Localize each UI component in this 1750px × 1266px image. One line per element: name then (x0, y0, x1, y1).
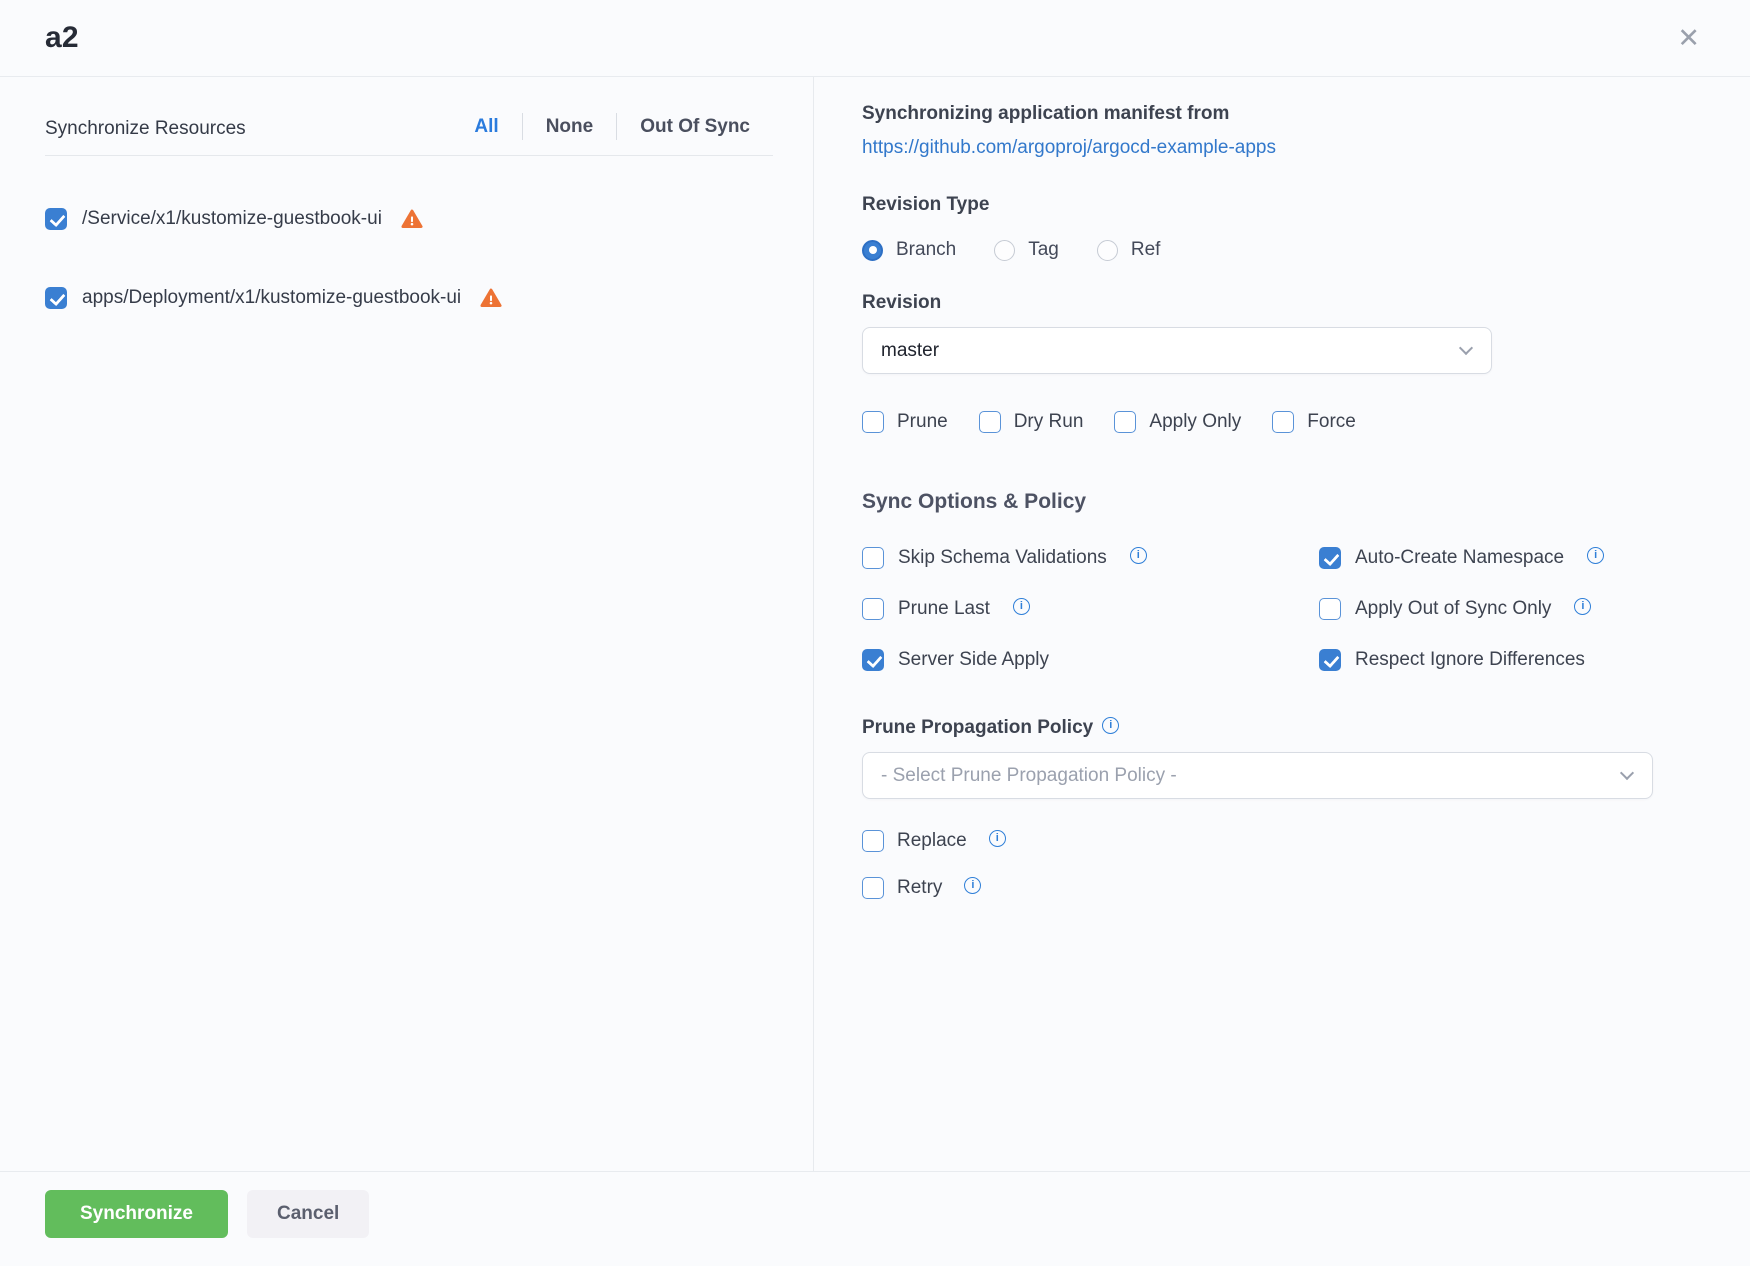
chevron-down-icon (1459, 340, 1473, 354)
info-icon[interactable]: i (1574, 598, 1591, 615)
resource-label: /Service/x1/kustomize-guestbook-ui (82, 208, 382, 230)
option-skip-schema-validations[interactable]: Skip Schema Validations i (862, 547, 1319, 569)
resources-header: Synchronize Resources All None Out Of Sy… (45, 113, 773, 156)
option-prune-last[interactable]: Prune Last i (862, 598, 1319, 620)
force-checkbox[interactable] (1272, 411, 1294, 433)
tab-none[interactable]: None (523, 116, 617, 138)
revision-type-options: Branch Tag Ref (862, 239, 1653, 261)
tag-radio[interactable] (994, 240, 1015, 261)
info-icon[interactable]: i (1130, 547, 1147, 564)
ref-radio[interactable] (1097, 240, 1118, 261)
dialog-footer: Synchronize Cancel (0, 1171, 1750, 1266)
option-auto-create-namespace[interactable]: Auto-Create Namespace i (1319, 547, 1653, 569)
prune-propagation-policy-placeholder: - Select Prune Propagation Policy - (881, 765, 1177, 787)
revision-select[interactable]: master (862, 327, 1492, 374)
chevron-down-icon (1620, 765, 1634, 779)
revision-select-value: master (881, 340, 939, 362)
manifest-heading: Synchronizing application manifest from (862, 103, 1653, 125)
ref-radio-label: Ref (1131, 239, 1161, 261)
skip-schema-validations-checkbox[interactable] (862, 547, 884, 569)
replace-checkbox[interactable] (862, 830, 884, 852)
sync-settings-panel: Synchronizing application manifest from … (813, 77, 1750, 1171)
respect-ignore-differences-checkbox[interactable] (1319, 649, 1341, 671)
retry-label: Retry (897, 877, 942, 899)
manifest-repo-link[interactable]: https://github.com/argoproj/argocd-examp… (862, 137, 1653, 159)
prune-last-label: Prune Last (898, 598, 990, 620)
resources-heading: Synchronize Resources (45, 118, 246, 140)
radio-option-branch[interactable]: Branch (862, 239, 956, 261)
resource-filter-tabs: All None Out Of Sync (451, 113, 773, 140)
replace-label: Replace (897, 830, 967, 852)
revision-label: Revision (862, 292, 1653, 314)
server-side-apply-label: Server Side Apply (898, 649, 1049, 671)
prune-propagation-policy-label: Prune Propagation Policy (862, 717, 1093, 739)
branch-radio[interactable] (862, 240, 883, 261)
option-server-side-apply[interactable]: Server Side Apply (862, 649, 1319, 671)
radio-option-ref[interactable]: Ref (1097, 239, 1161, 261)
close-icon[interactable]: ✕ (1677, 25, 1700, 52)
resource-label: apps/Deployment/x1/kustomize-guestbook-u… (82, 287, 461, 309)
server-side-apply-checkbox[interactable] (862, 649, 884, 671)
respect-ignore-differences-label: Respect Ignore Differences (1355, 649, 1585, 671)
dry-run-checkbox[interactable] (979, 411, 1001, 433)
apply-only-checkbox[interactable] (1114, 411, 1136, 433)
info-icon[interactable]: i (1587, 547, 1604, 564)
sync-dialog: a2 ✕ Synchronize Resources All None Out … (0, 0, 1750, 1266)
flag-apply-only[interactable]: Apply Only (1114, 411, 1241, 433)
branch-radio-label: Branch (896, 239, 956, 261)
revision-type-label: Revision Type (862, 194, 1653, 216)
option-respect-ignore-differences[interactable]: Respect Ignore Differences (1319, 649, 1653, 671)
sync-flags-row: Prune Dry Run Apply Only Force (862, 411, 1653, 433)
resource-checkbox[interactable] (45, 208, 67, 230)
dialog-title: a2 (45, 21, 79, 55)
option-retry[interactable]: Retry i (862, 877, 1653, 899)
dialog-header: a2 ✕ (0, 0, 1750, 77)
force-label: Force (1307, 411, 1356, 433)
sync-options-grid: Skip Schema Validations i Auto-Create Na… (862, 547, 1653, 671)
option-apply-out-of-sync-only[interactable]: Apply Out of Sync Only i (1319, 598, 1653, 620)
apply-out-of-sync-only-label: Apply Out of Sync Only (1355, 598, 1551, 620)
prune-checkbox[interactable] (862, 411, 884, 433)
apply-only-label: Apply Only (1149, 411, 1241, 433)
flag-prune[interactable]: Prune (862, 411, 948, 433)
tag-radio-label: Tag (1028, 239, 1059, 261)
resource-row: /Service/x1/kustomize-guestbook-ui (45, 208, 773, 230)
warning-icon (480, 287, 502, 309)
sync-options-heading: Sync Options & Policy (862, 490, 1653, 514)
prune-label: Prune (897, 411, 948, 433)
flag-dry-run[interactable]: Dry Run (979, 411, 1084, 433)
flag-force[interactable]: Force (1272, 411, 1356, 433)
resources-panel: Synchronize Resources All None Out Of Sy… (0, 77, 813, 1171)
skip-schema-validations-label: Skip Schema Validations (898, 547, 1107, 569)
resource-row: apps/Deployment/x1/kustomize-guestbook-u… (45, 287, 773, 309)
option-replace[interactable]: Replace i (862, 830, 1653, 852)
info-icon[interactable]: i (964, 877, 981, 894)
prune-propagation-policy-row: Prune Propagation Policy i (862, 717, 1653, 739)
info-icon[interactable]: i (1102, 717, 1119, 734)
dialog-body: Synchronize Resources All None Out Of Sy… (0, 77, 1750, 1171)
prune-propagation-policy-select[interactable]: - Select Prune Propagation Policy - (862, 752, 1653, 799)
dry-run-label: Dry Run (1014, 411, 1084, 433)
tab-out-of-sync[interactable]: Out Of Sync (617, 116, 773, 138)
warning-icon (401, 208, 423, 230)
info-icon[interactable]: i (989, 830, 1006, 847)
auto-create-namespace-label: Auto-Create Namespace (1355, 547, 1564, 569)
tab-all[interactable]: All (451, 116, 521, 138)
synchronize-button[interactable]: Synchronize (45, 1190, 228, 1238)
cancel-button[interactable]: Cancel (247, 1190, 369, 1238)
resource-checkbox[interactable] (45, 287, 67, 309)
apply-out-of-sync-only-checkbox[interactable] (1319, 598, 1341, 620)
retry-checkbox[interactable] (862, 877, 884, 899)
auto-create-namespace-checkbox[interactable] (1319, 547, 1341, 569)
prune-last-checkbox[interactable] (862, 598, 884, 620)
radio-option-tag[interactable]: Tag (994, 239, 1059, 261)
info-icon[interactable]: i (1013, 598, 1030, 615)
